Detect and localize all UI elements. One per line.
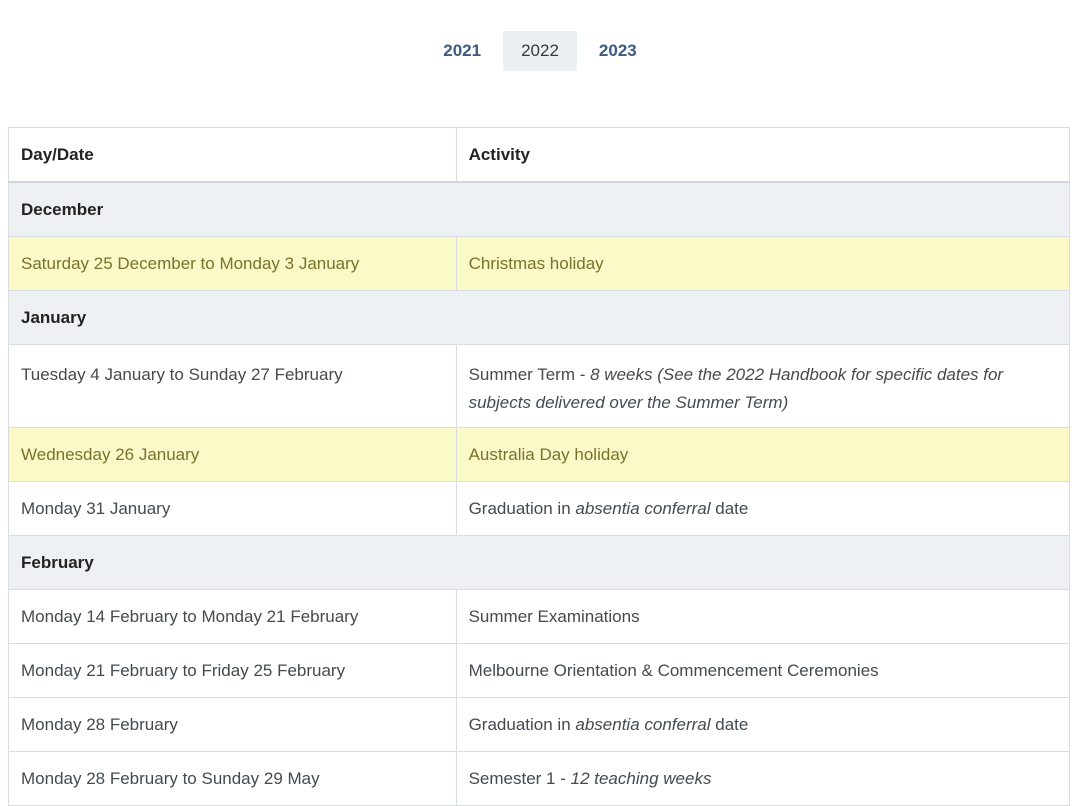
- activity-text-suffix: date: [710, 498, 749, 518]
- table-header-row: Day/Date Activity: [8, 127, 1071, 183]
- activity-cell: Summer Term - 8 weeks (See the 2022 Hand…: [455, 344, 1071, 428]
- activity-emphasis: absentia conferral: [575, 498, 711, 518]
- date-cell: Tuesday 4 January to Sunday 27 February: [8, 344, 457, 428]
- month-label: December: [8, 181, 1070, 237]
- activity-cell: Semester 1 - 12 teaching weeks: [455, 751, 1071, 806]
- activity-cell: Christmas holiday: [455, 236, 1071, 291]
- activity-emphasis: 12 teaching weeks: [570, 768, 712, 788]
- year-tabs: 2021 2022 2023: [0, 31, 1080, 71]
- activity-text: Summer Term -: [468, 365, 591, 384]
- date-cell: Monday 28 February: [8, 697, 457, 752]
- tab-2021[interactable]: 2021: [421, 31, 503, 71]
- column-header-date: Day/Date: [8, 127, 457, 183]
- tab-2023[interactable]: 2023: [577, 31, 659, 71]
- activity-cell: Summer Examinations: [455, 589, 1071, 644]
- activity-text: Graduation in: [468, 714, 576, 734]
- activity-cell: Australia Day holiday: [455, 427, 1071, 482]
- table-row: Saturday 25 December to Monday 3 January…: [8, 236, 1071, 291]
- month-label: January: [8, 290, 1070, 345]
- table-row: Monday 14 February to Monday 21 February…: [8, 589, 1071, 644]
- month-row-january: January: [8, 290, 1070, 345]
- table-row: Monday 28 February to Sunday 29 May Seme…: [8, 751, 1071, 806]
- tab-2022[interactable]: 2022: [503, 31, 577, 71]
- activity-cell: Melbourne Orientation & Commencement Cer…: [455, 643, 1071, 698]
- activity-text: Semester 1 -: [468, 768, 571, 788]
- table-row: Wednesday 26 January Australia Day holid…: [8, 427, 1071, 482]
- date-cell: Monday 14 February to Monday 21 February: [8, 589, 457, 644]
- activity-text: Graduation in: [468, 498, 576, 518]
- table-row: Monday 31 January Graduation in absentia…: [8, 481, 1071, 536]
- date-cell: Wednesday 26 January: [8, 427, 457, 482]
- month-row-december: December: [8, 181, 1070, 237]
- academic-calendar-table: Day/Date Activity December Saturday 25 D…: [8, 127, 1071, 806]
- column-header-activity: Activity: [455, 127, 1071, 183]
- date-cell: Monday 28 February to Sunday 29 May: [8, 751, 457, 806]
- table-row: Monday 21 February to Friday 25 February…: [8, 643, 1071, 698]
- activity-cell: Graduation in absentia conferral date: [455, 481, 1071, 536]
- month-label: February: [8, 535, 1070, 590]
- activity-cell: Graduation in absentia conferral date: [455, 697, 1071, 752]
- activity-emphasis: absentia conferral: [575, 714, 711, 734]
- date-cell: Monday 21 February to Friday 25 February: [8, 643, 457, 698]
- date-cell: Monday 31 January: [8, 481, 457, 536]
- table-row: Monday 28 February Graduation in absenti…: [8, 697, 1071, 752]
- table-row: Tuesday 4 January to Sunday 27 February …: [8, 344, 1071, 428]
- date-cell: Saturday 25 December to Monday 3 January: [8, 236, 457, 291]
- activity-text-suffix: date: [710, 714, 749, 734]
- month-row-february: February: [8, 535, 1070, 590]
